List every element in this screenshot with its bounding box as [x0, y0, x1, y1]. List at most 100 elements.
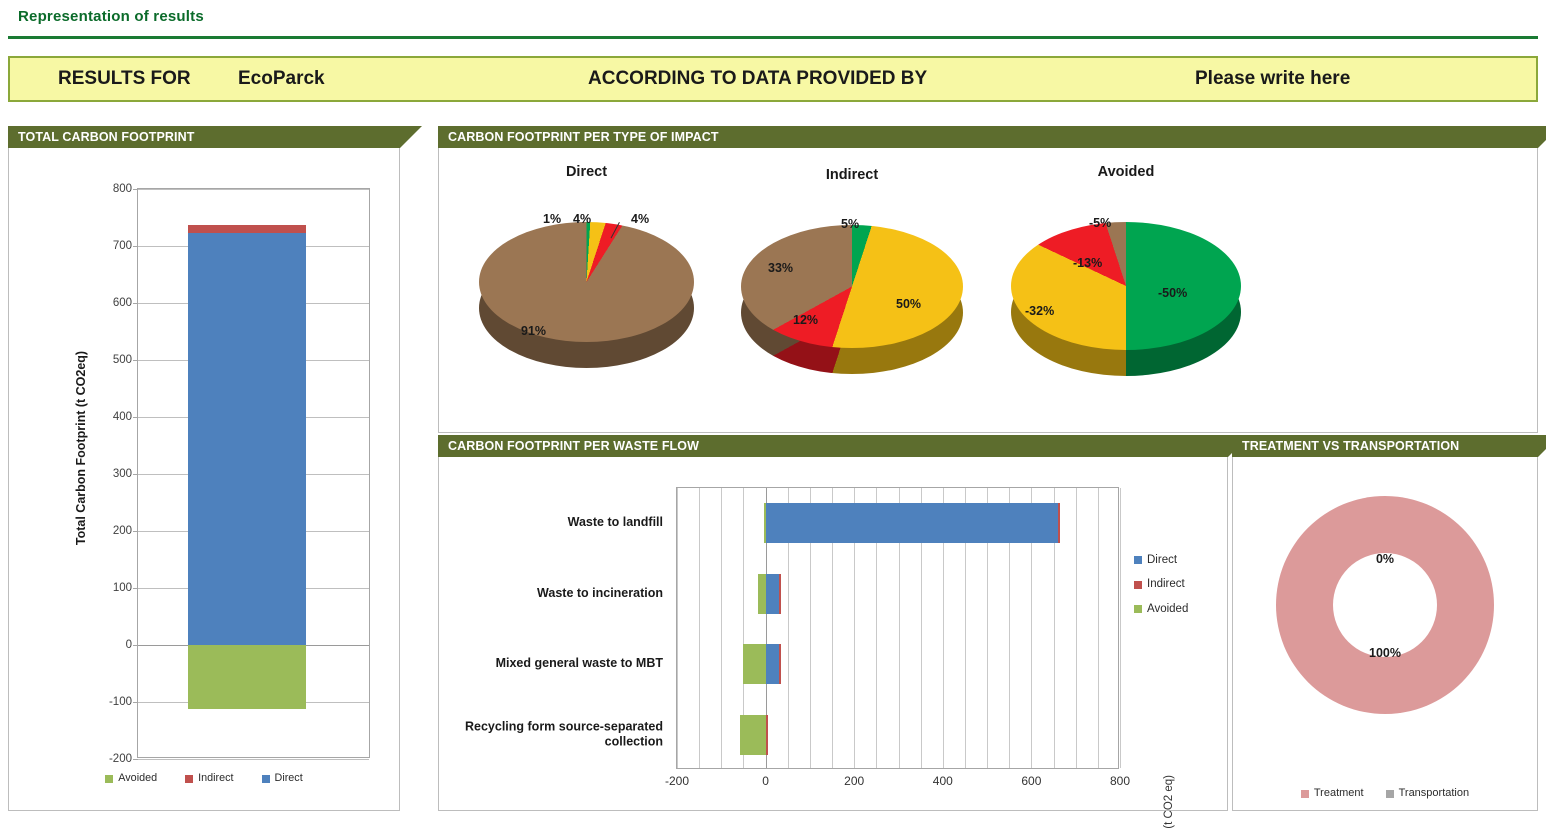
waste-flow-gridline — [1075, 488, 1077, 768]
waste-flow-bar-indirect — [778, 644, 782, 685]
waste-flow-category-label: Waste to landfill — [567, 515, 663, 530]
total-chart-y-tick: 0 — [125, 639, 132, 651]
waste-flow-bar-avoided — [739, 714, 766, 755]
company-name-field[interactable]: EcoParck — [238, 68, 325, 90]
total-chart-tickmark — [133, 645, 138, 646]
waste-flow-legend-item[interactable]: Avoided — [1134, 602, 1188, 616]
total-legend-item[interactable]: Indirect — [185, 772, 234, 785]
pie-chart-title: Indirect — [825, 167, 879, 183]
waste-flow-x-tick: -200 — [664, 774, 690, 788]
total-chart-gridline — [138, 759, 369, 760]
donut-label-treatment: 100% — [1369, 646, 1401, 660]
donut-legend: Treatment Transportation — [1233, 787, 1537, 801]
waste-flow-legend-item[interactable]: Direct — [1134, 553, 1188, 567]
total-chart-tickmark — [133, 588, 138, 589]
pie-slice-label: 1% — [543, 212, 562, 226]
waste-flow-x-tick: 600 — [1021, 774, 1042, 788]
total-bar-segment-direct — [188, 233, 306, 645]
pie-slice-label: 4% — [573, 212, 592, 226]
panel-body-total-carbon-footprint: Total Carbon Footprint (t CO2eq) 800 700 6… — [8, 147, 400, 811]
pie-slice-label: 12% — [793, 313, 819, 327]
donut-legend-item[interactable]: Transportation — [1385, 787, 1470, 801]
legend-swatch-icon — [1134, 556, 1142, 565]
legend-label: Indirect — [198, 772, 234, 784]
total-chart-y-tick: 300 — [112, 468, 132, 480]
total-chart-gridline — [138, 189, 369, 190]
panel-treatment-transportation: TREATMENT VS TRANSPORTATION 0% 100% Trea… — [1232, 435, 1546, 811]
waste-flow-legend: Direct Indirect Avoided — [1134, 553, 1188, 626]
pie-3d-top — [479, 222, 694, 342]
pie-slice-label: 4% — [631, 212, 650, 226]
legend-label: Direct — [1147, 554, 1178, 566]
panel-body-waste-flow: -200 0 200 400 600 800 Waste to landfill Waste … — [438, 456, 1228, 829]
panel-body-treatment-transportation: 0% 100% Treatment Transportation — [1232, 456, 1538, 811]
waste-flow-legend-item[interactable]: Indirect — [1134, 577, 1188, 591]
waste-flow-x-tick: 400 — [932, 774, 953, 788]
panel-tab-impact-type: CARBON FOOTPRINT PER TYPE OF IMPACT — [438, 126, 1546, 148]
waste-flow-gridline — [721, 488, 723, 768]
panel-waste-flow: CARBON FOOTPRINT PER WASTE FLOW -200 0 200… — [438, 435, 1250, 829]
total-chart-tickmark — [133, 417, 138, 418]
pie-slice-label: -5% — [1089, 216, 1112, 230]
legend-swatch-icon — [1300, 789, 1309, 798]
total-chart-y-tick: 100 — [112, 582, 132, 594]
total-chart-y-tick: -200 — [108, 753, 132, 765]
waste-flow-bar-direct — [765, 644, 779, 685]
total-chart-y-tick: 800 — [112, 183, 132, 195]
panel-tab-waste-flow: CARBON FOOTPRINT PER WASTE FLOW — [438, 435, 1250, 457]
legend-label: Transportation — [1398, 787, 1470, 799]
pie-chart-title: Direct — [565, 164, 608, 180]
waste-flow-bar-avoided — [743, 644, 766, 685]
pie-slice-label: 50% — [896, 297, 922, 311]
donut-label-transportation: 0% — [1375, 552, 1395, 566]
waste-flow-bar-direct — [765, 503, 1058, 544]
pie-slice-label: 33% — [768, 261, 794, 275]
pie-chart-title: Avoided — [1097, 164, 1155, 180]
panel-tab-total-carbon-footprint: TOTAL CARBON FOOTPRINT — [8, 126, 422, 148]
pie-slice-label: -32% — [1025, 304, 1055, 318]
waste-flow-bar-indirect — [765, 714, 768, 755]
waste-flow-category-label: Waste to incineration — [537, 585, 663, 600]
total-chart-y-tick: 700 — [112, 240, 132, 252]
legend-label: Avoided — [118, 772, 158, 784]
waste-flow-gridline — [1097, 488, 1099, 768]
total-chart-plot-area: 800 700 600 500 400 300 200 100 0 -100 -200 — [109, 183, 370, 765]
total-chart-y-tick: 400 — [112, 411, 132, 423]
pie-body — [479, 222, 694, 368]
waste-flow-category-label: Recycling form source-separated collecti… — [465, 719, 663, 749]
waste-flow-gridline — [1120, 488, 1121, 768]
legend-swatch-icon — [1134, 604, 1142, 613]
pie-slice-label: -13% — [1073, 256, 1103, 270]
donut-hole — [1333, 553, 1437, 657]
waste-flow-x-tick: 800 — [1109, 774, 1131, 788]
waste-flow-x-axis-title: (t CO2 eq) — [1163, 775, 1185, 829]
total-bar-segment-indirect — [188, 224, 306, 234]
pie-slice-label: -50% — [1158, 286, 1188, 300]
waste-flow-x-axis-title-text: (t CO2 eq) — [1163, 775, 1175, 829]
pie-slice-label: 91% — [521, 324, 547, 338]
total-legend-item[interactable]: Avoided — [105, 772, 157, 785]
panel-tab-treatment-transportation: TREATMENT VS TRANSPORTATION — [1232, 435, 1546, 457]
legend-label: Indirect — [1147, 578, 1185, 591]
pie-chart-impact_indirect: Indirect 5% 50% 12% 33% — [713, 167, 995, 407]
waste-flow-bar-indirect — [778, 573, 781, 614]
legend-swatch-icon — [1385, 789, 1394, 798]
waste-flow-bar-avoided — [757, 573, 766, 614]
pie-3d-top — [1011, 222, 1241, 350]
panel-body-impact-type: Direct 1% 4% 4% 91% Indirect 5% 50% 12% 33% Avoide… — [438, 147, 1538, 433]
total-chart-y-tick: 200 — [112, 525, 132, 537]
legend-label: Direct — [274, 772, 303, 784]
legend-swatch-icon — [105, 774, 114, 783]
pie-3d-top — [741, 225, 963, 348]
waste-flow-x-tick: 200 — [844, 774, 865, 788]
total-chart-tickmark — [133, 531, 138, 532]
donut-legend-item[interactable]: Treatment — [1300, 787, 1364, 801]
results-banner: RESULTS FOR EcoParck ACCORDING TO DATA P… — [8, 56, 1538, 102]
legend-label: Treatment — [1313, 787, 1364, 799]
panel-impact-type: CARBON FOOTPRINT PER TYPE OF IMPACT Dire… — [438, 126, 1546, 433]
pie-chart-impact_avoided: Avoided -50% -32% -13% -5% — [983, 164, 1273, 404]
data-source-field[interactable]: Please write here — [1195, 68, 1350, 90]
total-chart-y-tick: -100 — [108, 696, 132, 708]
total-legend-item[interactable]: Direct — [261, 772, 303, 785]
total-bar-segment-avoided — [188, 645, 306, 710]
